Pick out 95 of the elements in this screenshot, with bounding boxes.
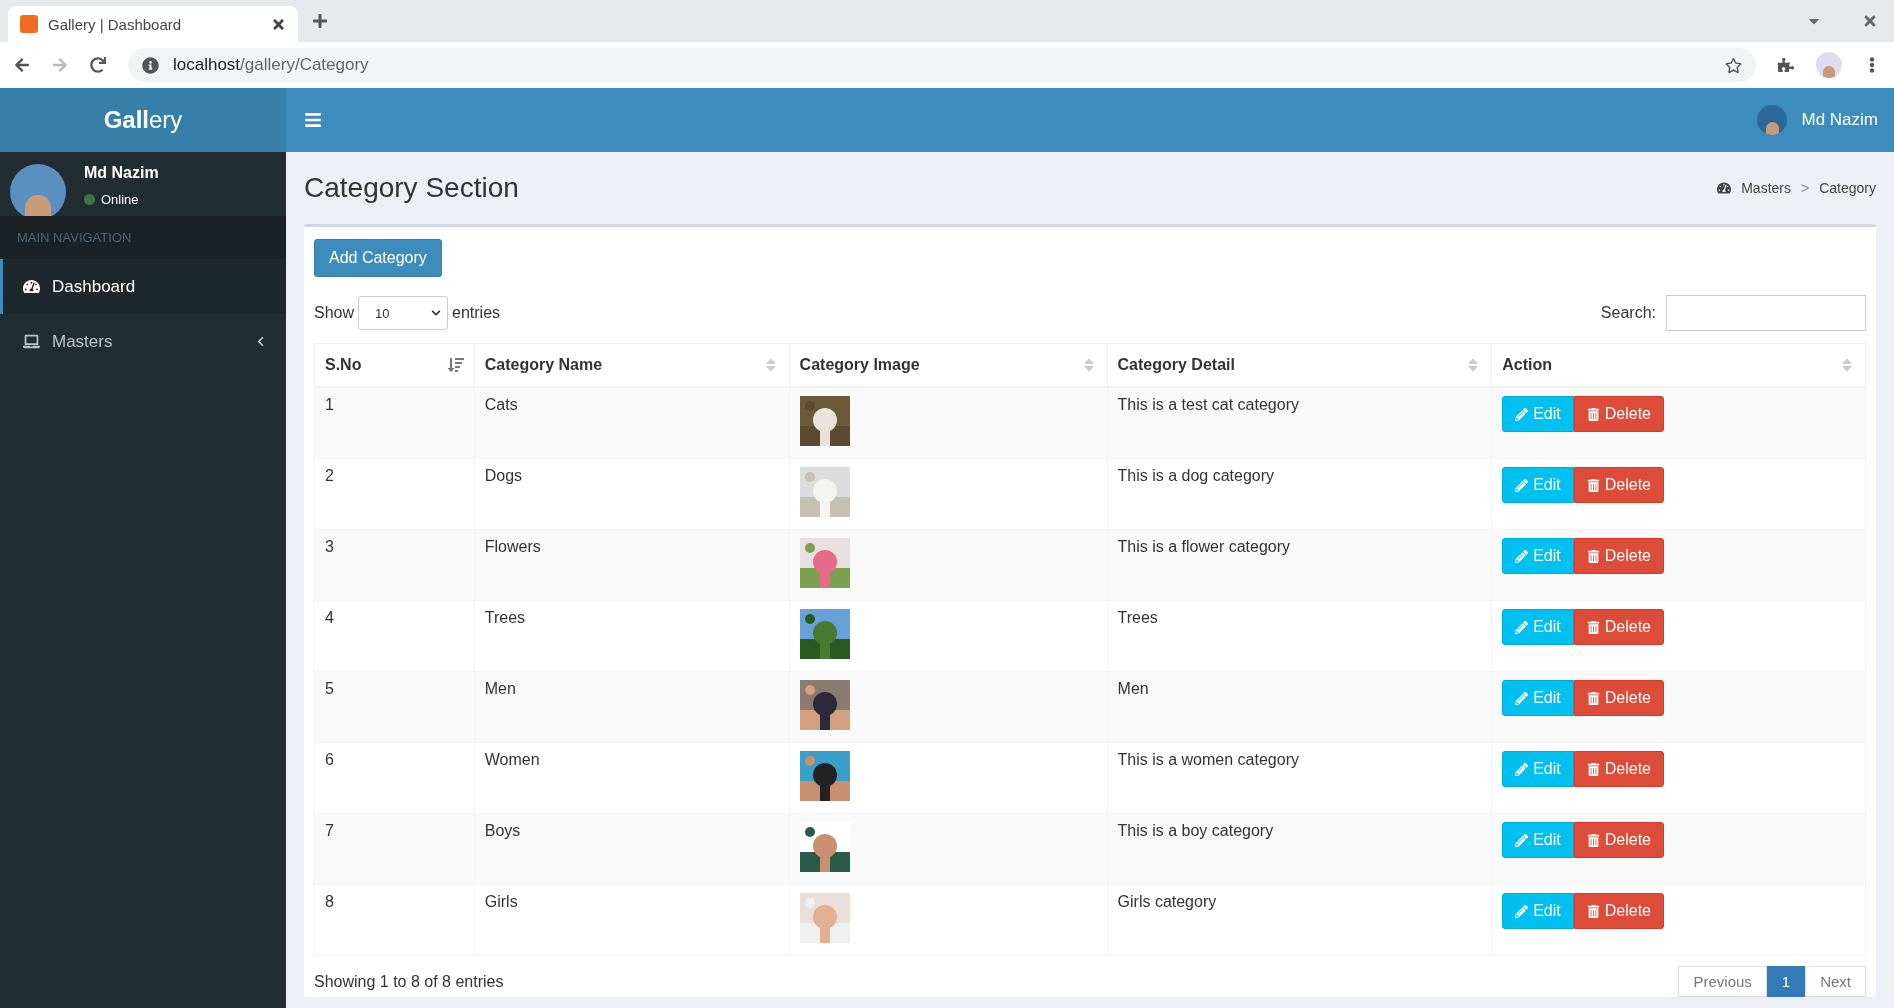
table-cell: 6 (314, 742, 475, 814)
pencil-icon (1515, 833, 1529, 847)
table-cell: 3 (314, 529, 475, 601)
delete-button[interactable]: Delete (1573, 822, 1664, 858)
edit-button[interactable]: Edit (1502, 822, 1574, 858)
edit-button[interactable]: Edit (1502, 538, 1574, 574)
pencil-icon (1515, 478, 1529, 492)
gauge-icon (23, 278, 40, 295)
pencil-icon (1515, 620, 1529, 634)
table-cell: 2 (314, 458, 475, 530)
page-button[interactable]: Next (1805, 966, 1866, 997)
table-cell: Girls category (1107, 884, 1492, 956)
table-cell: Trees (1107, 600, 1492, 672)
chevron-icon (255, 336, 266, 347)
back-icon[interactable] (14, 57, 30, 73)
trash-icon (1586, 549, 1600, 563)
trash-icon (1586, 478, 1600, 492)
table-cell: Men (1107, 671, 1492, 743)
add-category-button[interactable]: Add Category (314, 239, 442, 277)
table-cell: 7 (314, 813, 475, 885)
edit-button[interactable]: Edit (1502, 751, 1574, 787)
table-cell: Cats (474, 387, 790, 459)
edit-button[interactable]: Edit (1502, 467, 1574, 503)
trash-icon (1586, 833, 1600, 847)
breadcrumb-link[interactable]: Masters (1741, 180, 1791, 196)
table-cell: This is a boy category (1107, 813, 1492, 885)
user-name[interactable]: Md Nazim (1801, 110, 1878, 130)
edit-button[interactable]: Edit (1502, 609, 1574, 645)
delete-button[interactable]: Delete (1573, 538, 1664, 574)
delete-button[interactable]: Delete (1573, 680, 1664, 716)
pencil-icon (1515, 407, 1529, 421)
page-button[interactable]: 1 (1766, 966, 1806, 997)
delete-button[interactable]: Delete (1573, 609, 1664, 645)
table-cell: This is a test cat category (1107, 387, 1492, 459)
logo[interactable]: Gallery (0, 88, 286, 152)
sidebar-item[interactable]: Masters (0, 314, 286, 369)
gauge-icon (1717, 181, 1732, 195)
laptop-icon (23, 333, 40, 350)
table-cell: 1 (314, 387, 475, 459)
breadcrumb-separator: > (1801, 180, 1810, 196)
url-text: localhost/gallery/Category (173, 55, 369, 75)
trash-icon (1586, 904, 1600, 918)
table-cell: Flowers (474, 529, 790, 601)
address-bar[interactable]: localhost/gallery/Category (128, 48, 1756, 82)
edit-button[interactable]: Edit (1502, 396, 1574, 432)
search-field[interactable] (1666, 295, 1866, 331)
edit-button[interactable]: Edit (1502, 680, 1574, 716)
browser-tab[interactable]: Gallery | Dashboard (8, 6, 298, 42)
page-title: Category Section (304, 172, 520, 204)
table-cell: This is a women category (1107, 742, 1492, 814)
section-label: MAIN NAVIGATION (0, 216, 286, 259)
star-icon[interactable] (1725, 56, 1742, 74)
status-dot (84, 194, 95, 205)
pencil-icon (1515, 691, 1529, 705)
delete-button[interactable]: Delete (1573, 893, 1664, 929)
pencil-icon (1515, 762, 1529, 776)
reload-icon[interactable] (90, 57, 106, 73)
favicon-icon (20, 15, 38, 33)
user-name: Md Nazim (84, 164, 159, 182)
table-cell: Men (474, 671, 790, 743)
table-cell: 4 (314, 600, 475, 672)
puzzle-icon[interactable] (1778, 57, 1794, 73)
search-label: Search: (1600, 304, 1656, 322)
info-icon (142, 56, 159, 74)
pencil-icon (1515, 549, 1529, 563)
chevron-icon (431, 308, 442, 318)
pencil-icon (1515, 904, 1529, 918)
table-cell: 5 (314, 671, 475, 743)
table-cell: This is a flower category (1107, 529, 1492, 601)
delete-button[interactable]: Delete (1573, 396, 1664, 432)
trash-icon (1586, 407, 1600, 421)
close-icon[interactable] (1862, 13, 1878, 29)
entries-info: Showing 1 to 8 of 8 entries (314, 972, 504, 991)
page-button[interactable]: Previous (1678, 966, 1767, 997)
table-cell: 8 (314, 884, 475, 956)
entries-select[interactable]: 10 (358, 296, 449, 330)
trash-icon (1586, 762, 1600, 776)
table-cell: Boys (474, 813, 790, 885)
trash-icon (1586, 620, 1600, 634)
entries-label: entries (452, 304, 501, 322)
delete-button[interactable]: Delete (1573, 467, 1664, 503)
close-icon[interactable] (271, 16, 286, 32)
table-cell: Dogs (474, 458, 790, 530)
sidebar-item[interactable]: Dashboard (0, 259, 286, 314)
menu-icon[interactable] (304, 111, 322, 129)
edit-button[interactable]: Edit (1502, 893, 1574, 929)
trash-icon (1586, 691, 1600, 705)
table-cell: This is a dog category (1107, 458, 1492, 530)
table-cell: Women (474, 742, 790, 814)
delete-button[interactable]: Delete (1573, 751, 1664, 787)
show-label: Show (314, 304, 355, 322)
status-text: Online (101, 192, 139, 207)
new-tab-icon[interactable] (312, 13, 328, 29)
table-cell: Trees (474, 600, 790, 672)
table-cell: Girls (474, 884, 790, 956)
